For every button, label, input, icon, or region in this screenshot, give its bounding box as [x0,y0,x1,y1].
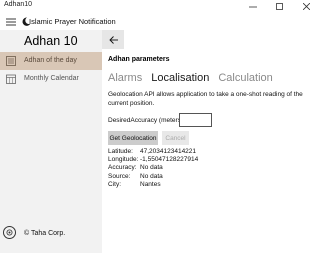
info-row-latitude: Latitude: 47,2034123414221 [108,148,198,156]
info-value: Nantes [140,180,161,188]
sidebar-item-adhan-of-the-day[interactable]: Adhan of the day [0,52,102,70]
sidebar-item-label: Adhan of the day [24,57,77,64]
about-button[interactable] [3,226,16,239]
back-arrow-icon [108,35,118,44]
tab-alarms[interactable]: Alarms [108,72,142,86]
cancel-button[interactable]: Cancel [162,131,189,145]
close-icon [302,3,310,10]
page-title: Adhan parameters [108,56,170,63]
info-key: Longitude: [108,156,139,164]
minimize-button[interactable] [240,0,266,13]
sidebar-item-monthly-calendar[interactable]: Monthly Calendar [0,70,102,88]
info-key: City: [108,180,121,188]
tab-localisation[interactable]: Localisation [151,72,209,86]
app-header: Islamic Prayer Notification [0,13,321,30]
info-row-city: City: Nantes [108,181,198,189]
hamburger-icon [6,18,16,25]
info-key: Accuracy: [108,164,137,172]
menu-button[interactable] [2,13,20,30]
minimize-icon [249,6,257,7]
info-value: 47,2034123414221 [140,148,197,155]
copyright-icon [6,229,13,236]
info-key: Source: [108,172,131,180]
sidebar: Adhan 10 Adhan of the day Monthly Calend… [0,30,102,253]
info-key: Latitude: [108,148,133,155]
sidebar-heading: Adhan 10 [24,34,78,48]
info-value: No data [140,172,163,180]
list-icon [6,56,16,66]
description-text: Geolocation API allows application to ta… [108,91,303,107]
accuracy-input[interactable] [179,113,212,127]
info-row-accuracy: Accuracy: No data [108,164,198,172]
sidebar-item-label: Monthly Calendar [24,75,79,82]
info-row-longitude: Longitude: -1,55047128227914 [108,156,198,164]
geolocation-info: Latitude: 47,2034123414221 Longitude: -1… [108,148,198,189]
app-title: Islamic Prayer Notification [29,17,116,26]
main-content: Adhan parameters Alarms Localisation Cal… [102,30,321,253]
maximize-icon [275,3,283,10]
window-title: Adhan10 [4,1,33,8]
window-titlebar: Adhan10 [0,0,321,13]
info-row-source: Source: No data [108,173,198,181]
get-geolocation-button[interactable]: Get Geolocation [108,131,158,145]
info-value: No data [140,164,163,172]
accuracy-label: DesiredAccuracy (meters): [108,117,185,124]
calendar-icon [6,74,16,84]
close-button[interactable] [293,0,319,13]
copyright-label: © Taha Corp. [24,230,66,237]
back-button[interactable] [102,30,124,49]
maximize-button[interactable] [266,0,292,13]
info-value: -1,55047128227914 [140,156,199,164]
tab-bar: Alarms Localisation Calculation [108,72,273,86]
tab-calculation[interactable]: Calculation [218,72,272,86]
